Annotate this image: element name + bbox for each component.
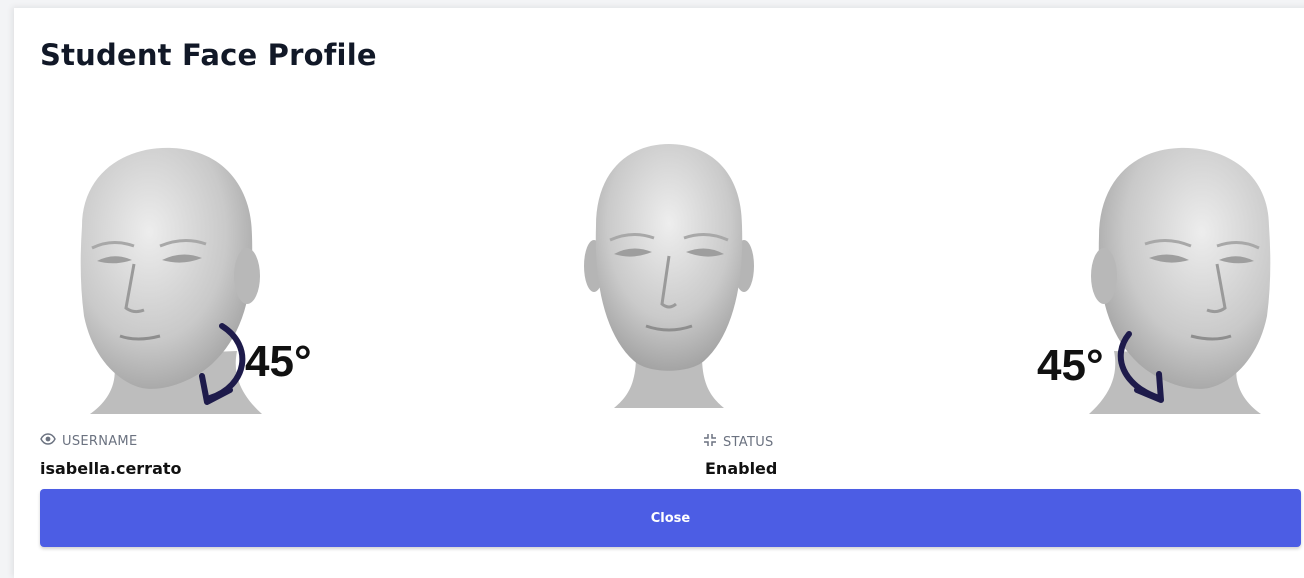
face-center-panel	[574, 136, 764, 414]
face-right-panel: 45°	[1019, 136, 1304, 414]
face-center-image	[584, 144, 754, 408]
username-value: isabella.cerrato	[40, 459, 182, 478]
username-label-row: USERNAME	[40, 433, 137, 449]
status-label-row: STATUS	[703, 433, 774, 451]
right-angle-label: 45°	[1037, 341, 1104, 390]
close-button[interactable]: Close	[40, 489, 1301, 547]
username-label: USERNAME	[62, 433, 138, 449]
face-left-panel: 45°	[42, 136, 332, 414]
status-label: STATUS	[723, 434, 774, 450]
compress-icon	[703, 433, 717, 451]
modal-title: Student Face Profile	[40, 38, 377, 72]
eye-icon	[40, 433, 56, 449]
left-angle-label: 45°	[245, 337, 312, 386]
face-profile-modal: Student Face Profile 45° 45° USERNAME is…	[14, 8, 1304, 578]
status-value: Enabled	[705, 459, 778, 478]
